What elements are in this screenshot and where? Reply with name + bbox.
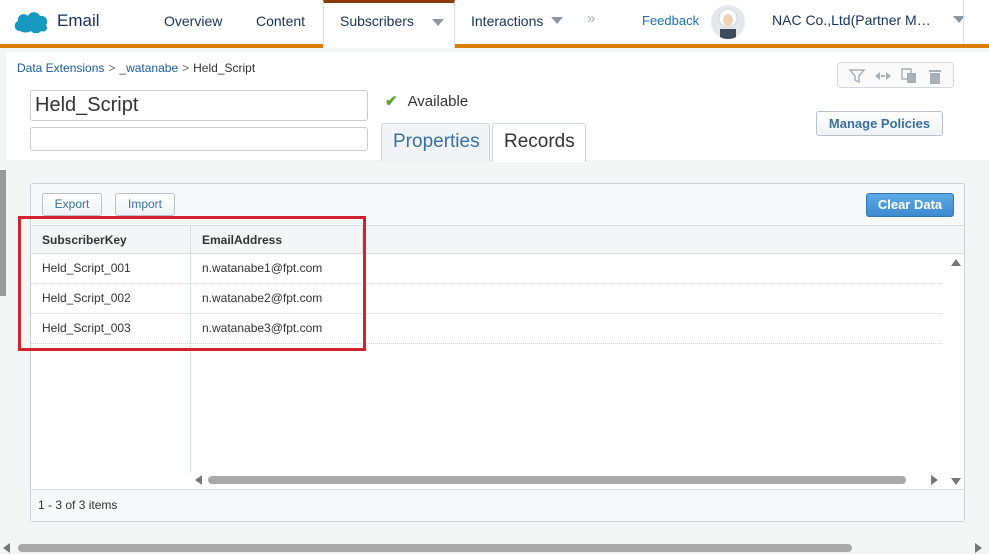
breadcrumb-separator: > xyxy=(108,61,116,75)
nav-subscribers[interactable]: Subscribers xyxy=(340,13,414,29)
export-button[interactable]: Export xyxy=(42,193,102,216)
breadcrumb-folder[interactable]: _watanabe xyxy=(119,61,178,75)
import-button[interactable]: Import xyxy=(115,193,175,216)
manage-policies-button[interactable]: Manage Policies xyxy=(816,111,943,136)
status-indicator: ✔ Available xyxy=(385,92,468,110)
avatar[interactable] xyxy=(711,5,745,39)
salesforce-logo[interactable] xyxy=(12,9,50,35)
compare-icon[interactable] xyxy=(874,67,892,85)
check-icon: ✔ xyxy=(385,93,398,110)
top-nav: Email Overview Content Subscribers Inter… xyxy=(0,0,989,48)
more-nav-icon[interactable]: » xyxy=(587,10,595,27)
extension-name-field[interactable] xyxy=(30,90,368,121)
trash-icon[interactable] xyxy=(926,67,944,85)
breadcrumb-data-extensions[interactable]: Data Extensions xyxy=(17,61,104,75)
pagination-summary: 1 - 3 of 3 items xyxy=(31,489,964,521)
horizontal-scrollbar[interactable] xyxy=(208,476,906,484)
nav-subscribers-tab[interactable]: Subscribers xyxy=(323,0,455,48)
scroll-up-arrow-icon[interactable] xyxy=(951,259,961,266)
scroll-left-arrow-icon[interactable] xyxy=(195,475,202,485)
highlight-annotation xyxy=(18,216,366,351)
app-name[interactable]: Email xyxy=(57,11,100,31)
page-scroll-left-arrow-icon[interactable] xyxy=(3,543,10,553)
nav-content[interactable]: Content xyxy=(256,13,305,29)
chevron-down-icon[interactable] xyxy=(551,17,564,24)
collapse-handle[interactable] xyxy=(0,170,6,296)
status-text: Available xyxy=(407,93,469,110)
extension-description-field[interactable] xyxy=(30,127,368,151)
scroll-right-arrow-icon[interactable] xyxy=(931,475,938,485)
breadcrumb-separator: > xyxy=(182,61,190,75)
tab-properties[interactable]: Properties xyxy=(381,123,490,161)
feedback-link[interactable]: Feedback xyxy=(642,13,699,28)
nav-interactions[interactable]: Interactions xyxy=(471,13,564,29)
breadcrumb: Data Extensions > _watanabe > Held_Script xyxy=(17,61,255,75)
extension-toolbar xyxy=(837,62,954,88)
nav-overview[interactable]: Overview xyxy=(164,13,222,29)
page-scroll-right-arrow-icon[interactable] xyxy=(975,543,982,553)
copy-icon[interactable] xyxy=(900,67,918,85)
tab-records[interactable]: Records xyxy=(492,123,586,162)
einstein-avatar-icon xyxy=(711,5,745,39)
scroll-down-arrow-icon[interactable] xyxy=(951,478,961,485)
page-horizontal-scrollbar[interactable] xyxy=(18,544,852,552)
breadcrumb-current: Held_Script xyxy=(193,61,256,75)
account-name[interactable]: NAC Co.,Ltd(Partner M… xyxy=(772,12,931,28)
filter-icon[interactable] xyxy=(848,67,866,85)
clear-data-button[interactable]: Clear Data xyxy=(866,193,954,217)
nav-divider xyxy=(963,0,964,44)
chevron-down-icon[interactable] xyxy=(432,19,444,26)
